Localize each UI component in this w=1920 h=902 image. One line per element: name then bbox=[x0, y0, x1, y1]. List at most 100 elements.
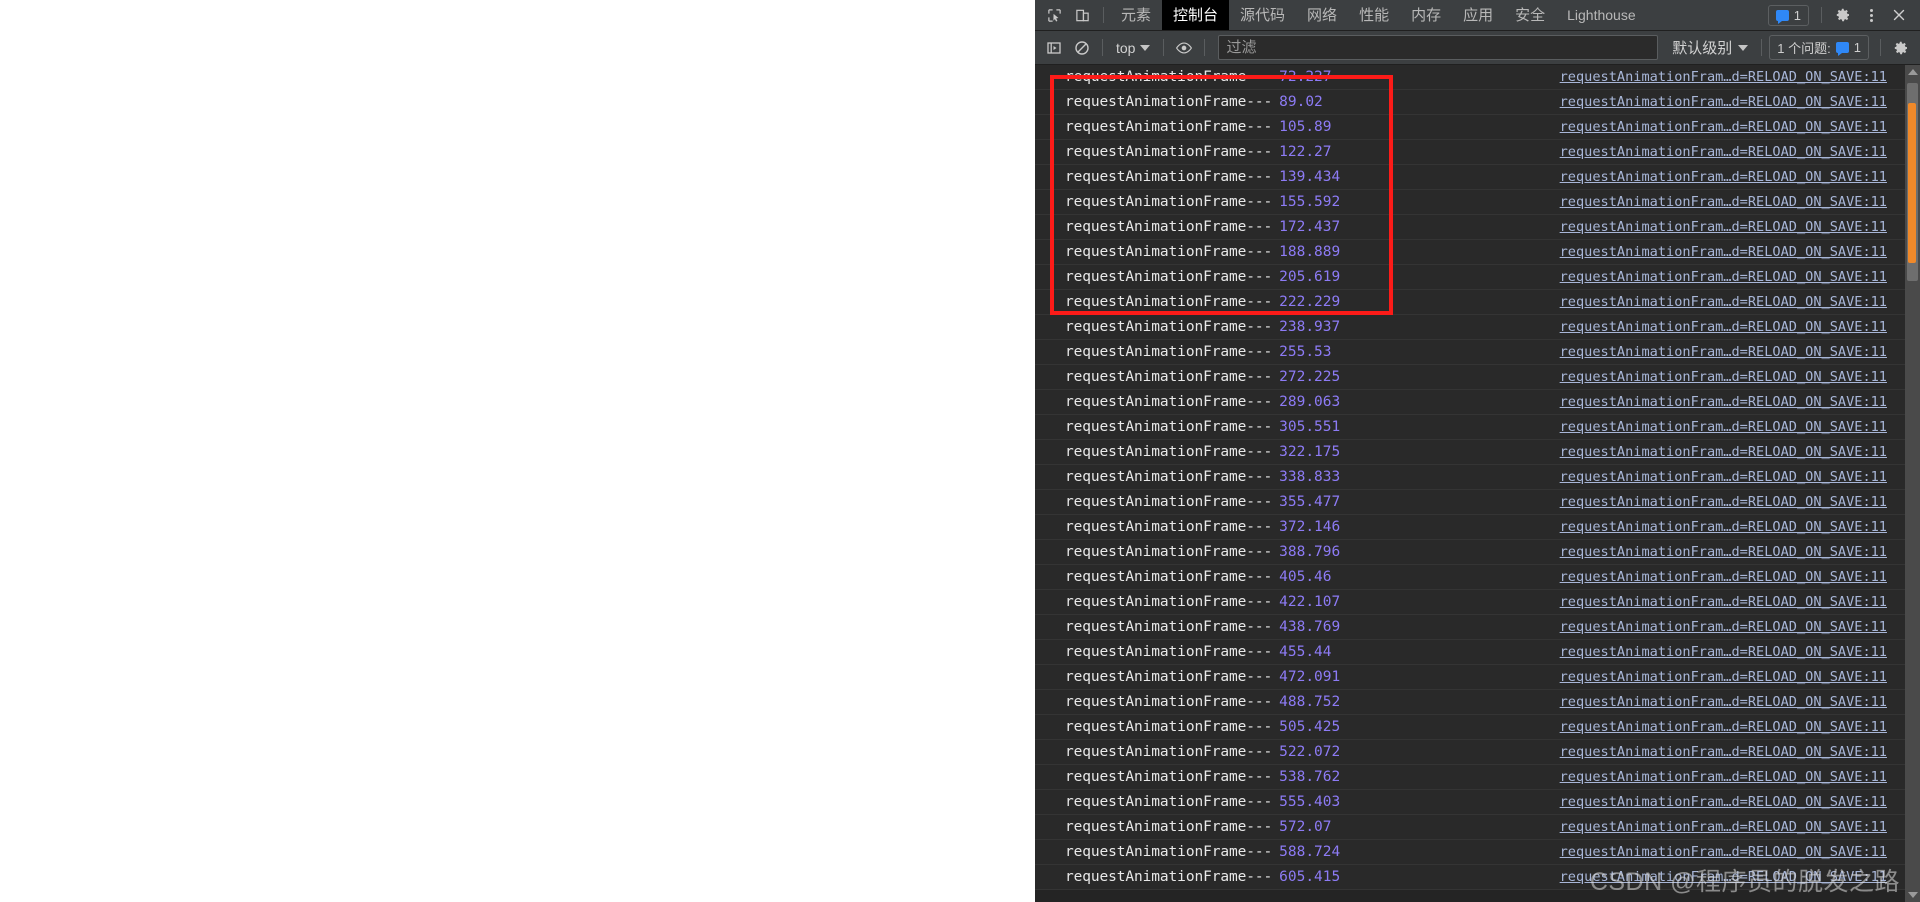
kebab-menu-icon[interactable] bbox=[1858, 2, 1884, 28]
console-source-link[interactable]: requestAnimationFram…d=RELOAD_ON_SAVE:11 bbox=[1560, 794, 1887, 810]
console-sidebar-icon[interactable] bbox=[1041, 36, 1067, 60]
console-message-row[interactable]: requestAnimationFrame--- 605.415 requestAn… bbox=[1035, 865, 1905, 890]
tab-console[interactable]: 控制台 bbox=[1162, 0, 1230, 30]
console-source-link[interactable]: requestAnimationFram…d=RELOAD_ON_SAVE:11 bbox=[1560, 294, 1887, 310]
console-source-link[interactable]: requestAnimationFram…d=RELOAD_ON_SAVE:11 bbox=[1560, 844, 1887, 860]
console-source-link[interactable]: requestAnimationFram…d=RELOAD_ON_SAVE:11 bbox=[1560, 219, 1887, 235]
tab-lighthouse[interactable]: Lighthouse bbox=[1556, 0, 1647, 30]
console-source-link[interactable]: requestAnimationFram…d=RELOAD_ON_SAVE:11 bbox=[1560, 344, 1887, 360]
console-message-row[interactable]: requestAnimationFrame--- 238.937 requestAn… bbox=[1035, 315, 1905, 340]
console-source-link[interactable]: requestAnimationFram…d=RELOAD_ON_SAVE:11 bbox=[1560, 544, 1887, 560]
console-message-row[interactable]: requestAnimationFrame--- 422.107 requestAn… bbox=[1035, 590, 1905, 615]
tab-performance[interactable]: 性能 bbox=[1348, 0, 1400, 30]
console-message-text: requestAnimationFrame--- bbox=[1065, 94, 1273, 110]
console-message-row[interactable]: requestAnimationFrame--- 322.175 requestAn… bbox=[1035, 440, 1905, 465]
console-source-link[interactable]: requestAnimationFram…d=RELOAD_ON_SAVE:11 bbox=[1560, 469, 1887, 485]
console-message-row[interactable]: requestAnimationFrame--- 488.752 requestAn… bbox=[1035, 690, 1905, 715]
log-level-selector[interactable]: 默认级别 bbox=[1666, 35, 1754, 60]
console-message-row[interactable]: requestAnimationFrame--- 372.146 requestAn… bbox=[1035, 515, 1905, 540]
console-message-row[interactable]: requestAnimationFrame--- 172.437 requestAn… bbox=[1035, 215, 1905, 240]
console-source-link[interactable]: requestAnimationFram…d=RELOAD_ON_SAVE:11 bbox=[1560, 269, 1887, 285]
console-source-link[interactable]: requestAnimationFram…d=RELOAD_ON_SAVE:11 bbox=[1560, 719, 1887, 735]
console-message-row[interactable]: requestAnimationFrame--- 72.227 requestAni… bbox=[1035, 65, 1905, 90]
console-message-row[interactable]: requestAnimationFrame--- 139.434 requestAn… bbox=[1035, 165, 1905, 190]
console-message-row[interactable]: requestAnimationFrame--- 472.091 requestAn… bbox=[1035, 665, 1905, 690]
console-source-link[interactable]: requestAnimationFram…d=RELOAD_ON_SAVE:11 bbox=[1560, 744, 1887, 760]
console-source-link[interactable]: requestAnimationFram…d=RELOAD_ON_SAVE:11 bbox=[1560, 194, 1887, 210]
console-source-link[interactable]: requestAnimationFram…d=RELOAD_ON_SAVE:11 bbox=[1560, 169, 1887, 185]
console-message-row[interactable]: requestAnimationFrame--- 188.889 requestAn… bbox=[1035, 240, 1905, 265]
console-source-link[interactable]: requestAnimationFram…d=RELOAD_ON_SAVE:11 bbox=[1560, 94, 1887, 110]
console-message-row[interactable]: requestAnimationFrame--- 455.44 requestAni… bbox=[1035, 640, 1905, 665]
console-message-row[interactable]: requestAnimationFrame--- 572.07 requestAni… bbox=[1035, 815, 1905, 840]
console-source-link[interactable]: requestAnimationFram…d=RELOAD_ON_SAVE:11 bbox=[1560, 869, 1887, 885]
console-message-row[interactable]: requestAnimationFrame--- 272.225 requestAn… bbox=[1035, 365, 1905, 390]
console-source-link[interactable]: requestAnimationFram…d=RELOAD_ON_SAVE:11 bbox=[1560, 144, 1887, 160]
tab-security[interactable]: 安全 bbox=[1504, 0, 1556, 30]
console-source-link[interactable]: requestAnimationFram…d=RELOAD_ON_SAVE:11 bbox=[1560, 819, 1887, 835]
console-message-row[interactable]: requestAnimationFrame--- 205.619 requestAn… bbox=[1035, 265, 1905, 290]
console-message-row[interactable]: requestAnimationFrame--- 522.072 requestAn… bbox=[1035, 740, 1905, 765]
console-source-link[interactable]: requestAnimationFram…d=RELOAD_ON_SAVE:11 bbox=[1560, 694, 1887, 710]
console-message-text: requestAnimationFrame--- bbox=[1065, 819, 1273, 835]
tab-sources[interactable]: 源代码 bbox=[1229, 0, 1296, 30]
console-source-link[interactable]: requestAnimationFram…d=RELOAD_ON_SAVE:11 bbox=[1560, 119, 1887, 135]
console-message-row[interactable]: requestAnimationFrame--- 588.724 requestAn… bbox=[1035, 840, 1905, 865]
console-message-row[interactable]: requestAnimationFrame--- 122.27 requestAni… bbox=[1035, 140, 1905, 165]
tab-application[interactable]: 应用 bbox=[1452, 0, 1504, 30]
scroll-up-arrow-icon[interactable] bbox=[1905, 65, 1920, 79]
console-issues-badge[interactable]: 1 个问题: 1 bbox=[1769, 35, 1869, 60]
console-message-row[interactable]: requestAnimationFrame--- 388.796 requestAn… bbox=[1035, 540, 1905, 565]
console-message-row[interactable]: requestAnimationFrame--- 438.769 requestAn… bbox=[1035, 615, 1905, 640]
console-message-row[interactable]: requestAnimationFrame--- 255.53 requestAni… bbox=[1035, 340, 1905, 365]
console-message-row[interactable]: requestAnimationFrame--- 538.762 requestAn… bbox=[1035, 765, 1905, 790]
console-source-link[interactable]: requestAnimationFram…d=RELOAD_ON_SAVE:11 bbox=[1560, 244, 1887, 260]
console-source-link[interactable]: requestAnimationFram…d=RELOAD_ON_SAVE:11 bbox=[1560, 494, 1887, 510]
tab-elements[interactable]: 元素 bbox=[1110, 0, 1162, 30]
console-message-row[interactable]: requestAnimationFrame--- 405.46 requestAni… bbox=[1035, 565, 1905, 590]
console-source-link[interactable]: requestAnimationFram…d=RELOAD_ON_SAVE:11 bbox=[1560, 369, 1887, 385]
scroll-down-arrow-icon[interactable] bbox=[1905, 888, 1920, 902]
console-source-link[interactable]: requestAnimationFram…d=RELOAD_ON_SAVE:11 bbox=[1560, 669, 1887, 685]
console-scrollbar[interactable] bbox=[1905, 65, 1920, 902]
console-source-link[interactable]: requestAnimationFram…d=RELOAD_ON_SAVE:11 bbox=[1560, 619, 1887, 635]
console-source-link[interactable]: requestAnimationFram…d=RELOAD_ON_SAVE:11 bbox=[1560, 444, 1887, 460]
tab-elements-label: 元素 bbox=[1121, 6, 1152, 24]
console-source-link[interactable]: requestAnimationFram…d=RELOAD_ON_SAVE:11 bbox=[1560, 569, 1887, 585]
console-message-text: requestAnimationFrame--- bbox=[1065, 369, 1273, 385]
tab-network[interactable]: 网络 bbox=[1296, 0, 1348, 30]
issues-badge[interactable]: 1 bbox=[1767, 4, 1809, 26]
screenshot-root: 元素 控制台 源代码 网络 性能 内存 应用 安全 Lighthouse 1 t… bbox=[0, 0, 1920, 902]
console-source-link[interactable]: requestAnimationFram…d=RELOAD_ON_SAVE:11 bbox=[1560, 644, 1887, 660]
filter-input[interactable] bbox=[1218, 35, 1659, 60]
gear-icon[interactable] bbox=[1830, 2, 1856, 28]
console-message-row[interactable]: requestAnimationFrame--- 89.02 requestAnim… bbox=[1035, 90, 1905, 115]
console-source-link[interactable]: requestAnimationFram…d=RELOAD_ON_SAVE:11 bbox=[1560, 319, 1887, 335]
console-issue-speech-bubble-icon bbox=[1835, 42, 1849, 56]
console-source-link[interactable]: requestAnimationFram…d=RELOAD_ON_SAVE:11 bbox=[1560, 394, 1887, 410]
console-message-row[interactable]: requestAnimationFrame--- 289.063 requestAn… bbox=[1035, 390, 1905, 415]
live-expression-icon[interactable] bbox=[1171, 36, 1197, 60]
console-source-link[interactable]: requestAnimationFram…d=RELOAD_ON_SAVE:11 bbox=[1560, 419, 1887, 435]
inspect-element-icon[interactable] bbox=[1041, 2, 1067, 28]
console-source-link[interactable]: requestAnimationFram…d=RELOAD_ON_SAVE:11 bbox=[1560, 769, 1887, 785]
console-settings-gear-icon[interactable] bbox=[1888, 36, 1914, 60]
clear-console-icon[interactable] bbox=[1069, 36, 1095, 60]
console-message-row[interactable]: requestAnimationFrame--- 105.89 requestAni… bbox=[1035, 115, 1905, 140]
console-source-link[interactable]: requestAnimationFram…d=RELOAD_ON_SAVE:11 bbox=[1560, 519, 1887, 535]
tab-memory[interactable]: 内存 bbox=[1400, 0, 1452, 30]
console-message-row[interactable]: requestAnimationFrame--- 338.833 requestAn… bbox=[1035, 465, 1905, 490]
console-message-row[interactable]: requestAnimationFrame--- 305.551 requestAn… bbox=[1035, 415, 1905, 440]
console-message-row[interactable]: requestAnimationFrame--- 222.229 requestAn… bbox=[1035, 290, 1905, 315]
close-icon[interactable] bbox=[1886, 2, 1912, 28]
console-message-row[interactable]: requestAnimationFrame--- 555.403 requestAn… bbox=[1035, 790, 1905, 815]
console-source-link[interactable]: requestAnimationFram…d=RELOAD_ON_SAVE:11 bbox=[1560, 594, 1887, 610]
device-toolbar-icon[interactable] bbox=[1069, 2, 1095, 28]
console-message-row[interactable]: requestAnimationFrame--- 355.477 requestAn… bbox=[1035, 490, 1905, 515]
console-message-row[interactable]: requestAnimationFrame--- 505.425 requestAn… bbox=[1035, 715, 1905, 740]
console-log-area[interactable]: requestAnimationFrame--- 72.227 requestAni… bbox=[1035, 65, 1920, 902]
execution-context-selector[interactable]: top bbox=[1110, 38, 1156, 58]
console-source-link[interactable]: requestAnimationFram…d=RELOAD_ON_SAVE:11 bbox=[1560, 69, 1887, 85]
scrollbar-thumb[interactable] bbox=[1908, 103, 1916, 263]
console-message-row[interactable]: requestAnimationFrame--- 155.592 requestAn… bbox=[1035, 190, 1905, 215]
